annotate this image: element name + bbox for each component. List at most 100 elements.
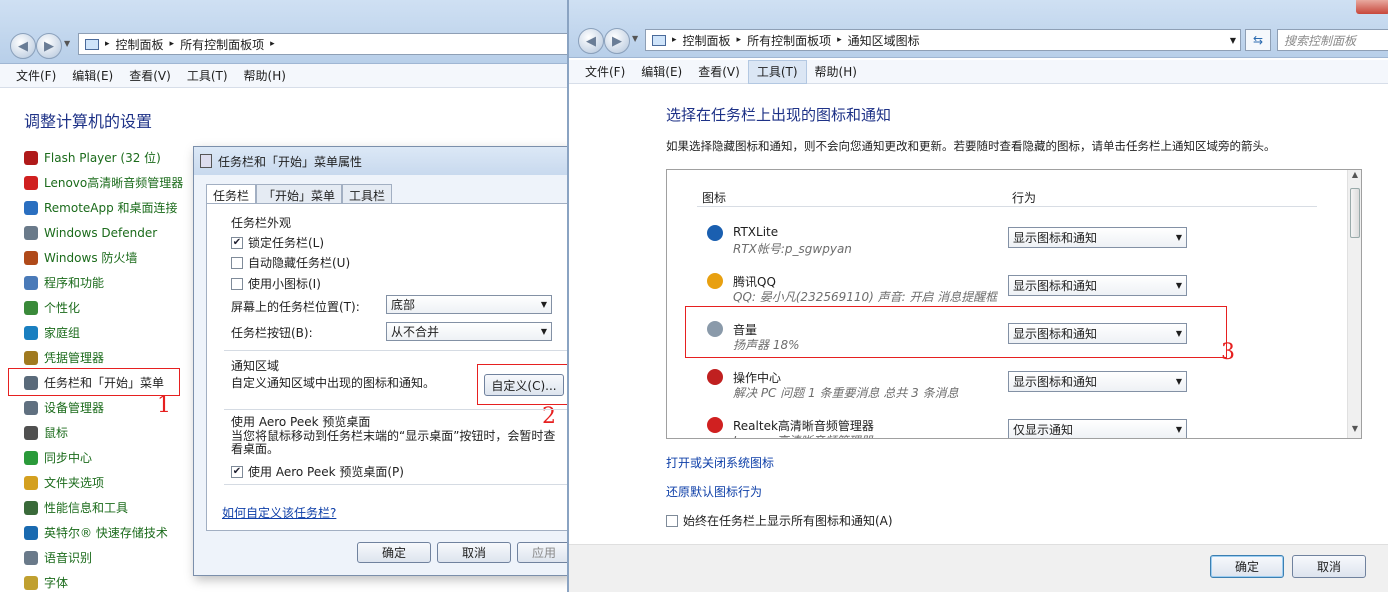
control-panel-item-label: 鼠标	[44, 426, 69, 440]
control-panel-item[interactable]: Windows Defender	[24, 220, 194, 245]
right-button-bar: 确定 取消	[569, 544, 1388, 592]
behavior-value: 显示图标和通知	[1013, 279, 1098, 293]
refresh-button[interactable]: ⇆	[1245, 29, 1271, 51]
menu-file[interactable]: 文件(F)	[8, 65, 64, 87]
highlight-box-2	[477, 364, 569, 405]
breadcrumb-item[interactable]: 所有控制面板项	[747, 32, 831, 49]
control-panel-item[interactable]: 同步中心	[24, 445, 194, 470]
notify-group-label: 通知区域	[231, 359, 280, 373]
search-input[interactable]: 搜索控制面板	[1284, 32, 1356, 49]
control-panel-item[interactable]: 家庭组	[24, 320, 194, 345]
control-panel-item[interactable]: 文件夹选项	[24, 470, 194, 495]
control-panel-item[interactable]: 个性化	[24, 295, 194, 320]
menu-view[interactable]: 查看(V)	[121, 65, 179, 87]
always-show-checkbox[interactable]	[666, 514, 678, 527]
control-panel-item[interactable]: 程序和功能	[24, 270, 194, 295]
forward-button[interactable]: ▶	[604, 28, 630, 54]
control-panel-item-label: 设备管理器	[44, 401, 105, 415]
aero-peek-row[interactable]: ✔ 使用 Aero Peek 预览桌面(P)	[231, 463, 404, 480]
control-panel-item[interactable]: 性能信息和工具	[24, 495, 194, 520]
small-icons-row[interactable]: 使用小图标(I)	[231, 275, 321, 292]
control-panel-item[interactable]: 鼠标	[24, 420, 194, 445]
buttons-value: 从不合并	[391, 325, 440, 339]
menu-tools[interactable]: 工具(T)	[179, 65, 236, 87]
control-panel-item[interactable]: 凭据管理器	[24, 345, 194, 370]
nav-dropdown-icon[interactable]: ▼	[64, 39, 70, 48]
control-panel-item[interactable]: 英特尔® 快速存储技术	[24, 520, 194, 545]
personalize-icon	[24, 300, 38, 315]
lock-taskbar-row[interactable]: ✔ 锁定任务栏(L)	[231, 234, 324, 251]
scroll-down-icon[interactable]: ▼	[1348, 424, 1361, 438]
right-page-title: 选择在任务栏上出现的图标和通知	[666, 106, 892, 124]
control-panel-item[interactable]: Lenovo高清晰音频管理器	[24, 170, 194, 195]
menu-view[interactable]: 查看(V)	[690, 61, 748, 83]
credential-icon	[24, 350, 38, 365]
right-cancel-button[interactable]: 取消	[1292, 555, 1366, 578]
control-panel-item-label: 英特尔® 快速存储技术	[44, 526, 168, 540]
always-show-row[interactable]: 始终在任务栏上显示所有图标和通知(A)	[666, 512, 893, 529]
menu-help[interactable]: 帮助(H)	[807, 61, 865, 83]
control-panel-item[interactable]: Windows 防火墙	[24, 245, 194, 270]
system-icons-link[interactable]: 打开或关闭系统图标	[666, 454, 774, 471]
chevron-down-icon: ▼	[540, 300, 547, 309]
restore-defaults-link[interactable]: 还原默认图标行为	[666, 483, 762, 500]
right-address-bar[interactable]: ▸ 控制面板 ▸ 所有控制面板项 ▸ 通知区域图标 ▼	[645, 29, 1241, 51]
menu-edit[interactable]: 编辑(E)	[633, 61, 690, 83]
control-panel-item[interactable]: 语音识别	[24, 545, 194, 570]
control-panel-item-label: 个性化	[44, 301, 81, 315]
breadcrumb-item[interactable]: 通知区域图标	[848, 32, 920, 49]
annotation-2: 2	[542, 404, 556, 429]
control-panel-item[interactable]: Flash Player (32 位)	[24, 145, 194, 170]
right-ok-button[interactable]: 确定	[1210, 555, 1284, 578]
control-panel-item[interactable]: 字体	[24, 570, 194, 595]
breadcrumb-item[interactable]: 控制面板	[116, 36, 164, 53]
control-panel-item[interactable]: RemoteApp 和桌面连接	[24, 195, 194, 220]
lock-taskbar-checkbox[interactable]: ✔	[231, 236, 243, 249]
dialog-ok-button[interactable]: 确定	[357, 542, 431, 563]
behavior-select[interactable]: 显示图标和通知 ▼	[1008, 227, 1187, 248]
menu-file[interactable]: 文件(F)	[577, 61, 633, 83]
menu-edit[interactable]: 编辑(E)	[64, 65, 121, 87]
help-link[interactable]: 如何自定义该任务栏?	[222, 504, 336, 521]
behavior-select[interactable]: 仅显示通知 ▼	[1008, 419, 1187, 438]
small-icons-checkbox[interactable]	[231, 277, 243, 290]
behavior-value: 显示图标和通知	[1013, 375, 1098, 389]
back-button[interactable]: ◀	[578, 28, 604, 54]
location-select[interactable]: 底部 ▼	[386, 295, 552, 314]
left-address-bar[interactable]: ▸ 控制面板 ▸ 所有控制面板项 ▸	[78, 33, 572, 55]
forward-button[interactable]: ▶	[36, 33, 62, 59]
aero-peek-checkbox[interactable]: ✔	[231, 465, 243, 478]
remote-icon	[24, 200, 38, 215]
dialog-cancel-button[interactable]: 取消	[437, 542, 511, 563]
rtx-icon	[707, 225, 723, 241]
behavior-select[interactable]: 显示图标和通知 ▼	[1008, 371, 1187, 392]
control-panel-item-label: 字体	[44, 576, 69, 590]
back-button[interactable]: ◀	[10, 33, 36, 59]
search-box[interactable]: 搜索控制面板	[1277, 29, 1388, 51]
flash-icon	[24, 150, 38, 165]
speech-icon	[24, 550, 38, 565]
breadcrumb-item[interactable]: 控制面板	[683, 32, 731, 49]
scroll-up-icon[interactable]: ▲	[1348, 170, 1361, 184]
control-panel-item-label: Windows 防火墙	[44, 251, 138, 265]
window-close-button[interactable]	[1356, 0, 1388, 14]
chevron-down-icon: ▼	[1175, 425, 1182, 434]
control-panel-item-label: Lenovo高清晰音频管理器	[44, 176, 184, 190]
autohide-row[interactable]: 自动隐藏任务栏(U)	[231, 254, 350, 271]
menu-tools[interactable]: 工具(T)	[747, 59, 807, 84]
mouse-icon	[24, 425, 38, 440]
header-divider	[697, 206, 1317, 207]
breadcrumb-item[interactable]: 所有控制面板项	[180, 36, 264, 53]
menu-help[interactable]: 帮助(H)	[236, 65, 294, 87]
behavior-select[interactable]: 显示图标和通知 ▼	[1008, 275, 1187, 296]
scroll-thumb[interactable]	[1350, 188, 1360, 238]
autohide-checkbox[interactable]	[231, 256, 243, 269]
buttons-select[interactable]: 从不合并 ▼	[386, 322, 552, 341]
nav-dropdown-icon[interactable]: ▼	[632, 34, 638, 43]
address-dropdown-icon[interactable]: ▼	[1230, 36, 1240, 45]
notify-text: 自定义通知区域中出现的图标和通知。	[231, 376, 436, 390]
list-scrollbar[interactable]: ▲ ▼	[1347, 170, 1361, 438]
right-menu-bar: 文件(F) 编辑(E) 查看(V) 工具(T) 帮助(H)	[569, 59, 1388, 84]
dialog-apply-button[interactable]: 应用	[517, 542, 571, 563]
action-center-icon	[707, 369, 723, 385]
